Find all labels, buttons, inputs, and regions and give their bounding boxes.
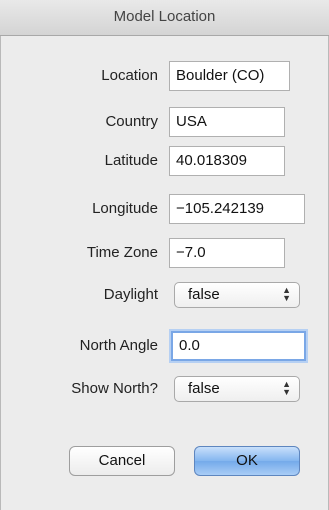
title-bar[interactable]: Model Location <box>0 0 329 36</box>
location-field[interactable]: Boulder (CO) <box>169 61 290 91</box>
country-label: Country <box>105 113 158 130</box>
cancel-button[interactable]: Cancel <box>69 446 175 476</box>
country-field[interactable]: USA <box>169 107 285 137</box>
daylight-value: false <box>188 286 220 303</box>
show-north-value: false <box>188 380 220 397</box>
location-row: Location Boulder (CO) <box>0 61 329 91</box>
north-angle-label: North Angle <box>79 337 158 354</box>
longitude-label: Longitude <box>92 200 158 217</box>
updown-arrows-icon: ▲ ▼ <box>282 285 291 303</box>
latitude-field[interactable]: 40.018309 <box>169 146 285 176</box>
north-angle-field[interactable]: 0.0 <box>171 331 306 361</box>
window-title: Model Location <box>113 8 216 25</box>
country-row: Country USA <box>0 107 329 137</box>
latitude-row: Latitude 40.018309 <box>0 146 329 176</box>
ok-button[interactable]: OK <box>194 446 300 476</box>
updown-arrows-icon: ▲ ▼ <box>282 379 291 397</box>
location-label: Location <box>101 67 158 84</box>
latitude-label: Latitude <box>104 152 158 169</box>
longitude-row: Longitude −105.242139 <box>0 194 329 224</box>
show-north-row: Show North? false ▲ ▼ <box>0 374 329 404</box>
daylight-select[interactable]: false ▲ ▼ <box>174 282 300 308</box>
longitude-field[interactable]: −105.242139 <box>169 194 305 224</box>
timezone-row: Time Zone −7.0 <box>0 238 329 268</box>
show-north-select[interactable]: false ▲ ▼ <box>174 376 300 402</box>
timezone-label: Time Zone <box>86 244 158 261</box>
north-angle-row: North Angle 0.0 <box>0 331 329 361</box>
timezone-field[interactable]: −7.0 <box>169 238 285 268</box>
show-north-label: Show North? <box>71 380 158 397</box>
daylight-label: Daylight <box>103 286 158 303</box>
daylight-row: Daylight false ▲ ▼ <box>0 280 329 310</box>
